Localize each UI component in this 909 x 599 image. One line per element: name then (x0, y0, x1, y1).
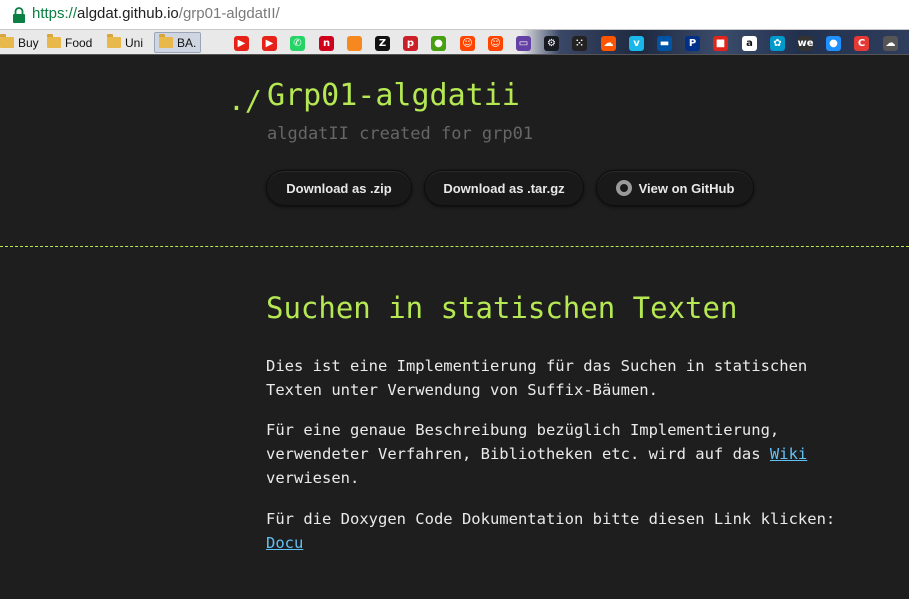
address-bar[interactable]: https://algdat.github.io/grp01-algdatII/ (0, 0, 909, 30)
download-targz-button[interactable]: Download as .tar.gz (424, 170, 584, 206)
bookmark-folder-buy[interactable]: Buy (0, 33, 39, 52)
cloud-icon[interactable]: ☁ (883, 36, 898, 51)
intro-paragraph: Dies ist eine Implementierung für das Su… (266, 357, 808, 399)
bookmark-folder-uni[interactable]: Uni (107, 33, 143, 52)
paypal-icon[interactable]: P (685, 36, 700, 51)
url-host: algdat.github.io (77, 5, 179, 22)
folder-icon (159, 34, 173, 48)
bookmark-folder-food[interactable]: Food (47, 33, 92, 52)
bookmark-label: Uni (125, 35, 144, 50)
vimeo-icon[interactable]: v (629, 36, 644, 51)
c-icon[interactable]: C (854, 36, 869, 51)
wiki-paragraph-end: verwiesen. (266, 469, 360, 487)
pinterest-icon[interactable]: p (403, 36, 418, 51)
docu-paragraph-text: Für die Doxygen Code Dokumentation bitte… (266, 510, 836, 528)
url-path: /grp01-algdatII/ (178, 5, 280, 22)
cloud-icon[interactable]: ● (826, 36, 841, 51)
colorful-icon[interactable]: ■ (713, 36, 728, 51)
view-on-github-button[interactable]: View on GitHub (596, 170, 754, 206)
n-icon[interactable]: n (319, 36, 334, 51)
docu-link[interactable]: Docu (266, 534, 303, 552)
url-text[interactable]: https://algdat.github.io/grp01-algdatII/ (32, 5, 280, 22)
download-targz-label: Download as .tar.gz (443, 180, 565, 196)
bookmark-label: BA. (177, 35, 197, 50)
folder-icon (0, 34, 14, 48)
download-zip-button[interactable]: Download as .zip (266, 170, 412, 206)
whatsapp-icon[interactable]: ✆ (290, 36, 305, 51)
url-protocol: https:// (32, 5, 78, 22)
wiki-paragraph: Für eine genaue Beschreibung bezüglich I… (266, 418, 866, 490)
download-zip-label: Download as .zip (286, 180, 392, 196)
section-heading: Suchen in statischen Texten (266, 291, 738, 325)
bookmark-label: Food (65, 35, 93, 50)
reddit-icon[interactable]: ☺ (460, 36, 475, 51)
page-title: Grp01-algdatii (267, 78, 520, 113)
green-dot-icon[interactable]: ● (431, 36, 446, 51)
clover-icon[interactable]: ✿ (770, 36, 785, 51)
dots-icon[interactable]: ⁙ (572, 36, 587, 51)
reddit-icon[interactable]: ☺ (488, 36, 503, 51)
soundcloud-icon[interactable]: ☁ (601, 36, 616, 51)
header-divider (0, 246, 909, 247)
folder-icon (47, 34, 61, 48)
twitch-icon[interactable]: ▭ (516, 36, 531, 51)
folder-icon (107, 34, 121, 48)
bookmarks-bar: Buy Food Uni BA. ▶ ▶ ✆ n Zp ● ☺ ☺ ▭ ⚙ ⁙ ☁ v ▬ P ■ a ✿ we ● C… (0, 30, 909, 55)
docu-paragraph: Für die Doxygen Code Dokumentation bitte… (266, 507, 866, 555)
page-subtitle: algdatII created for grp01 (267, 124, 534, 144)
lock-icon (13, 7, 25, 23)
wiki-link[interactable]: Wiki (770, 445, 807, 463)
bookmark-label: Buy (18, 35, 39, 50)
steam-icon[interactable]: ⚙ (544, 36, 559, 51)
bank-icon[interactable]: ▬ (657, 36, 672, 51)
amazon-icon[interactable]: a (742, 36, 757, 51)
github-icon (615, 180, 632, 196)
wiki-paragraph-text: Für eine genaue Beschreibung bezüglich I… (266, 421, 780, 463)
we-icon[interactable]: we (797, 36, 814, 51)
view-on-github-label: View on GitHub (638, 180, 735, 196)
bookmark-folder-ba[interactable]: BA. (154, 32, 202, 53)
youtube-icon[interactable]: ▶ (234, 36, 249, 51)
orange-square-icon[interactable] (347, 36, 362, 51)
z-icon[interactable]: Z (375, 36, 390, 51)
youtube-icon[interactable]: ▶ (262, 36, 277, 51)
title-prefix: ./ (228, 84, 262, 117)
